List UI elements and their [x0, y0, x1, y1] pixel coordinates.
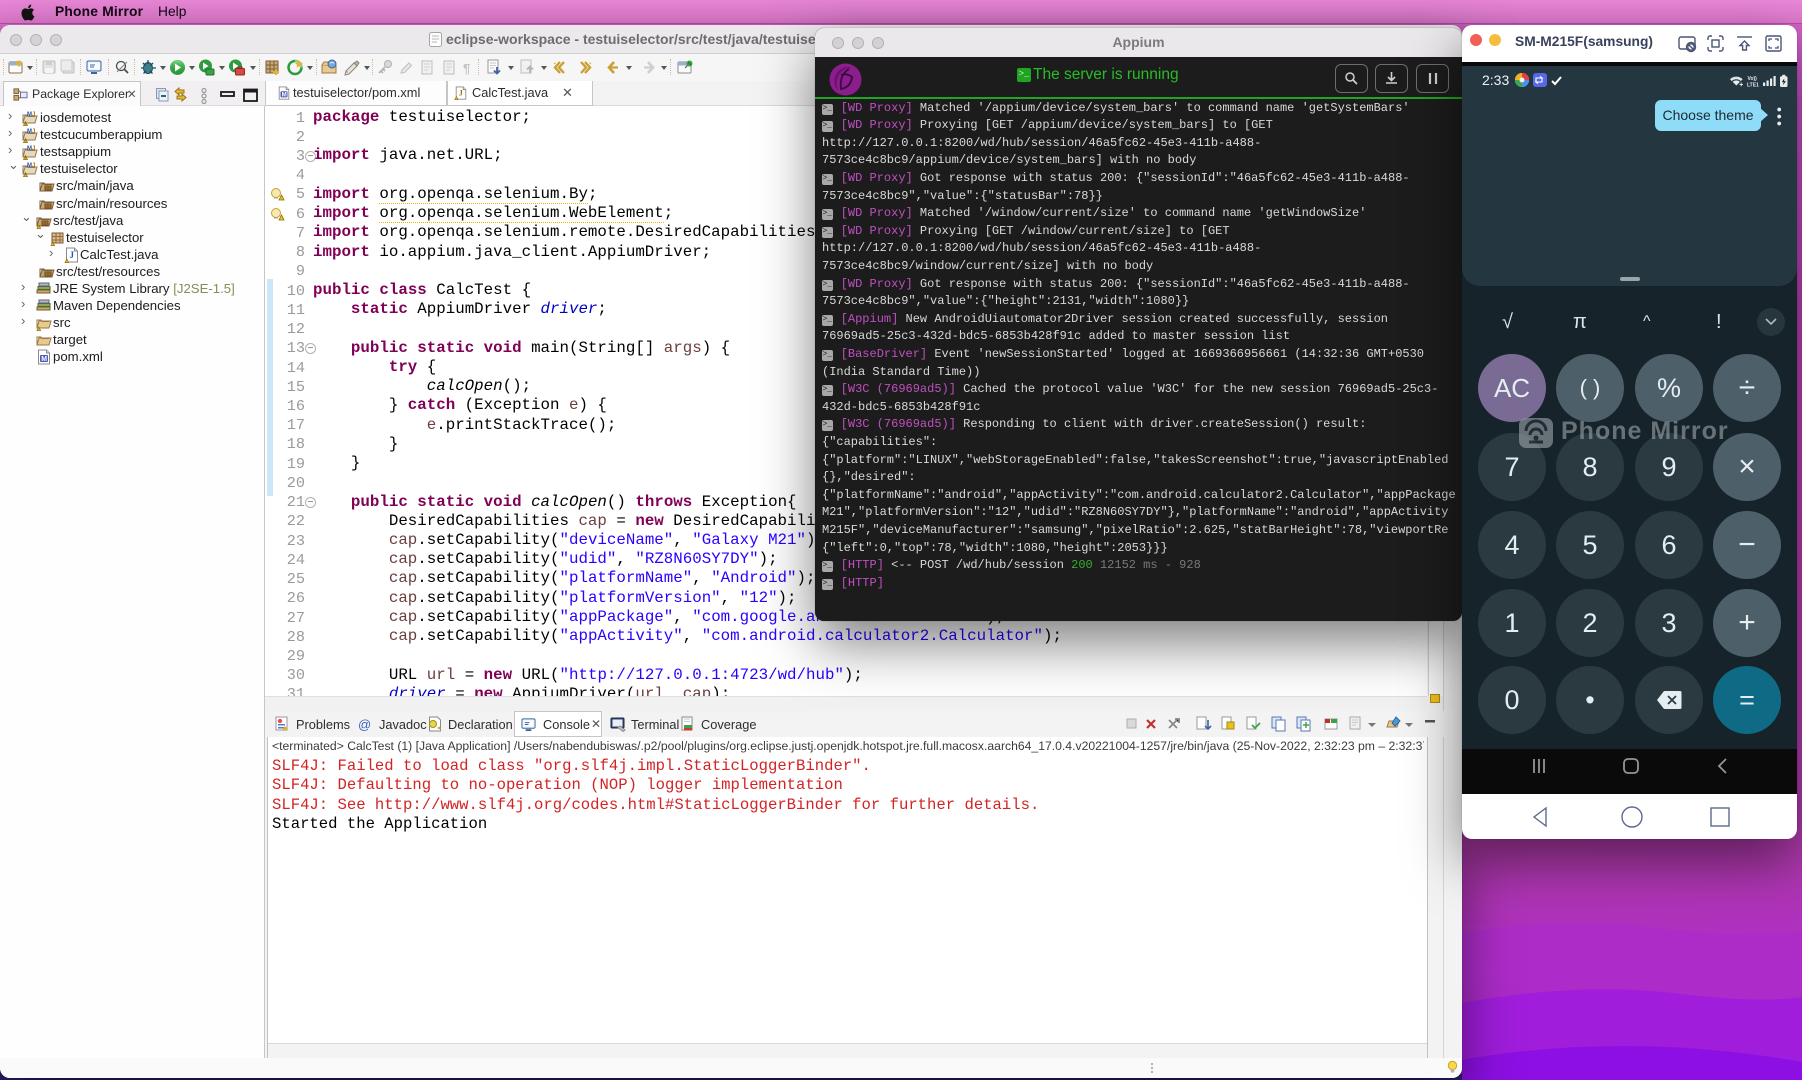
svg-text:LTE1: LTE1: [1747, 83, 1759, 89]
svg-text:MJ: MJ: [27, 163, 35, 169]
svg-text:M: M: [282, 92, 287, 99]
svg-text:J: J: [70, 250, 75, 260]
svg-text:Vo)): Vo)): [1748, 76, 1758, 82]
svg-text:M: M: [41, 356, 47, 363]
svg-text:J: J: [459, 89, 463, 98]
svg-text:MJ: MJ: [27, 129, 35, 135]
svg-text:MJ: MJ: [27, 146, 35, 152]
svg-text:MJ: MJ: [27, 112, 35, 118]
